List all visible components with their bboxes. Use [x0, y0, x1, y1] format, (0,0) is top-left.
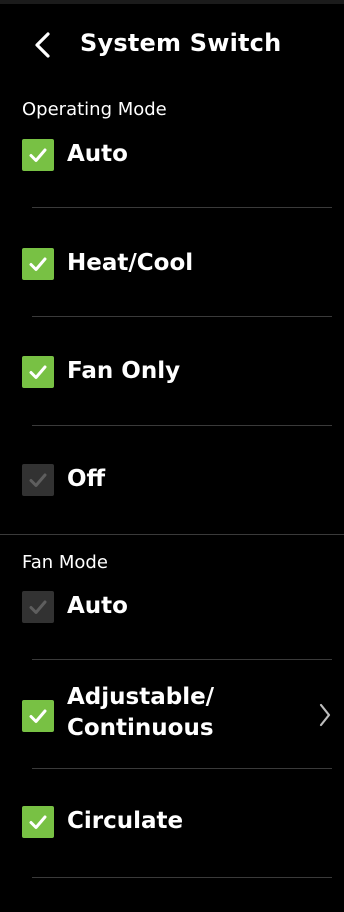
fan-mode-adjustable-continuous-checkbox[interactable] [22, 700, 54, 732]
page-title: System Switch [80, 29, 282, 57]
chevron-left-icon [35, 32, 50, 58]
submenu-arrow[interactable] [316, 700, 334, 730]
check-icon [29, 600, 47, 614]
fan-mode-auto-label: Auto [67, 593, 128, 619]
header: System Switch [0, 20, 344, 70]
operating-mode-auto-checkbox[interactable] [22, 139, 54, 171]
back-button[interactable] [28, 30, 56, 60]
check-icon [29, 473, 47, 487]
check-icon [29, 709, 47, 723]
operating-mode-fan-only-label: Fan Only [67, 358, 181, 384]
divider [32, 207, 332, 208]
fan-mode-circulate-option[interactable]: Circulate [0, 805, 344, 845]
operating-mode-heat-cool-option[interactable]: Heat/Cool [0, 247, 344, 287]
operating-mode-heat-cool-label: Heat/Cool [67, 250, 194, 276]
divider [32, 768, 332, 769]
fan-mode-auto-checkbox[interactable] [22, 591, 54, 623]
operating-mode-heat-cool-checkbox[interactable] [22, 248, 54, 280]
fan-mode-circulate-checkbox[interactable] [22, 806, 54, 838]
check-icon [29, 148, 47, 162]
operating-mode-auto-option[interactable]: Auto [0, 138, 344, 178]
operating-mode-fan-only-checkbox[interactable] [22, 356, 54, 388]
fan-mode-label: Fan Mode [22, 552, 108, 573]
operating-mode-fan-only-option[interactable]: Fan Only [0, 355, 344, 395]
check-icon [29, 365, 47, 379]
section-divider [0, 534, 344, 535]
status-strip [0, 0, 344, 4]
check-icon [29, 815, 47, 829]
operating-mode-off-option[interactable]: Off [0, 463, 344, 503]
fan-mode-adjustable-continuous-text: Adjustable/ Continuous [67, 684, 215, 741]
operating-mode-label: Operating Mode [22, 99, 167, 120]
divider [32, 425, 332, 426]
divider [32, 659, 332, 660]
check-icon [29, 257, 47, 271]
operating-mode-off-checkbox[interactable] [22, 464, 54, 496]
operating-mode-off-label: Off [67, 466, 106, 492]
chevron-right-icon [319, 703, 331, 727]
divider [32, 316, 332, 317]
operating-mode-auto-label: Auto [67, 141, 128, 167]
fan-mode-adjustable-continuous-option[interactable]: Adjustable/ Continuous [0, 680, 344, 750]
divider [32, 877, 332, 878]
fan-mode-auto-option[interactable]: Auto [0, 590, 344, 630]
fan-mode-adjustable-continuous-label: Adjustable/ Continuous [67, 682, 267, 744]
fan-mode-circulate-label: Circulate [67, 808, 184, 834]
